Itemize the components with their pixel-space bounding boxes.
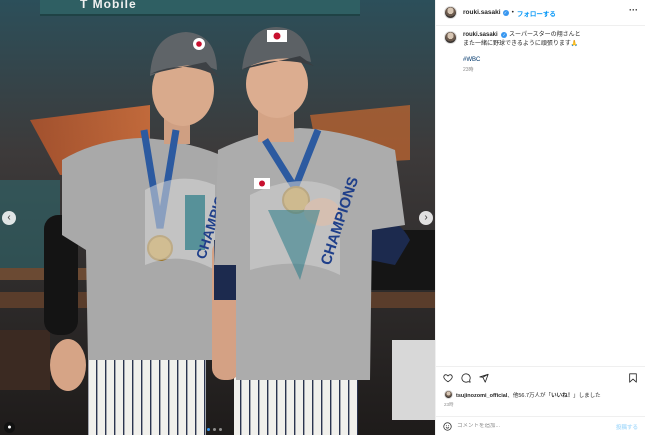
carousel-dot — [219, 428, 222, 431]
heart-icon — [443, 373, 453, 382]
avatar[interactable] — [444, 31, 457, 44]
likes-text[interactable]: tsujinozomi_official、他56.7万人が「いいね！」しました — [456, 391, 601, 399]
likes-text-end: 」しました — [573, 392, 601, 399]
post-comment-button[interactable]: 投稿する — [616, 423, 638, 431]
bookmark-icon — [629, 373, 637, 383]
caption-line-1: スーパースターの翔さんと — [509, 32, 581, 38]
comment-icon — [461, 372, 471, 383]
save-button[interactable] — [628, 373, 638, 383]
post-caption: rouki.sasaki ✓ スーパースターの翔さんと また一緒に野球できるよう… — [444, 31, 640, 75]
caption-line-2: また一緒に野球できるように頑張ります🙏 — [463, 41, 579, 47]
avatar[interactable] — [444, 390, 453, 399]
caption-username[interactable]: rouki.sasaki — [463, 32, 498, 38]
carousel-dot — [213, 428, 216, 431]
post-side-panel: rouki.sasaki ✓ • フォローする ··· rouki.sasaki… — [435, 0, 645, 435]
post-photo: CHAMPIONS CHAMPIONS — [0, 0, 435, 435]
banner-text: T Mobile — [80, 0, 137, 11]
post-header: rouki.sasaki ✓ • フォローする ··· — [436, 0, 645, 26]
caption-timestamp: 23時 — [463, 67, 474, 73]
background-banner: T Mobile — [40, 0, 360, 16]
comment-button[interactable] — [461, 372, 471, 383]
likes-bold-word: いいね！ — [551, 392, 574, 399]
comment-input[interactable] — [457, 423, 607, 429]
instagram-post: CHAMPIONS CHAMPIONS T Mobile ‹ › ● rouki… — [0, 0, 645, 435]
header-username[interactable]: rouki.sasaki — [463, 9, 501, 16]
carousel-dot — [207, 428, 210, 431]
post-date: 23時 — [444, 402, 454, 407]
like-button[interactable] — [443, 373, 453, 383]
follow-button[interactable]: フォローする — [517, 8, 556, 18]
likes-summary: tsujinozomi_official、他56.7万人が「いいね！」しました — [444, 390, 601, 399]
previous-slide-button[interactable]: ‹ — [2, 211, 16, 225]
next-slide-button[interactable]: › — [419, 211, 433, 225]
comment-bar: 投稿する — [436, 416, 645, 435]
chevron-right-icon: › — [424, 212, 428, 223]
avatar[interactable] — [444, 6, 457, 19]
send-icon — [479, 373, 489, 383]
chevron-left-icon: ‹ — [7, 212, 11, 223]
share-button[interactable] — [479, 373, 489, 383]
caption-body: rouki.sasaki ✓ スーパースターの翔さんと また一緒に野球できるよう… — [463, 31, 581, 75]
header-separator: • — [511, 9, 514, 16]
liker-username[interactable]: tsujinozomi_official — [456, 393, 507, 399]
likes-text-mid: 、他56.7万人が「 — [507, 392, 552, 399]
user-icon: ● — [7, 424, 12, 431]
verified-badge-icon: ✓ — [501, 32, 508, 38]
action-bar — [436, 366, 645, 388]
emoji-icon[interactable] — [443, 421, 452, 431]
more-options-icon[interactable]: ··· — [629, 5, 638, 15]
carousel-indicator — [207, 428, 222, 431]
verified-badge-icon: ✓ — [502, 9, 509, 16]
post-media[interactable]: CHAMPIONS CHAMPIONS T Mobile ‹ › ● — [0, 0, 435, 435]
tagged-users-button[interactable]: ● — [4, 422, 15, 433]
hashtag-link[interactable]: #WBC — [463, 56, 581, 65]
